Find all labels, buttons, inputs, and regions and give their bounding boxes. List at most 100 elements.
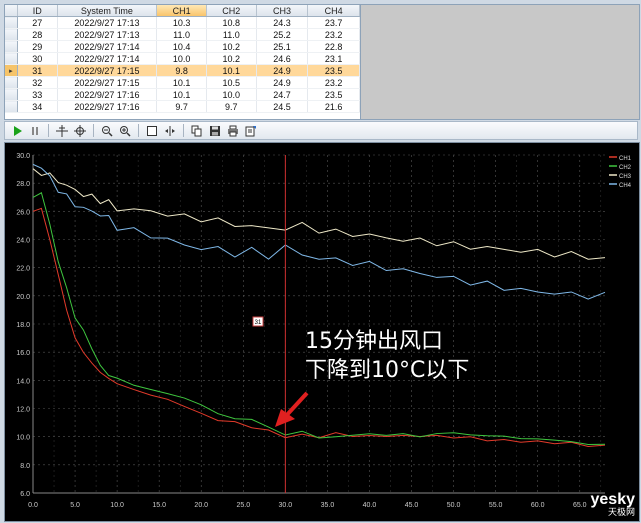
cell-system-time: 2022/9/27 17:13 (57, 28, 158, 41)
cell-ch1: 10.3 (156, 16, 207, 29)
cell-ch2: 10.8 (206, 16, 257, 29)
legend-label-ch2: CH2 (619, 165, 632, 171)
table-row[interactable]: 27 2022/9/27 17:13 10.3 10.8 24.3 23.7 (5, 16, 360, 29)
data-table: ID System Time CH1 CH2 CH3 CH4 27 2022/9/… (5, 5, 360, 113)
legend-label-ch3: CH3 (619, 174, 632, 180)
column-header-ch3[interactable]: CH3 (256, 5, 309, 17)
y-tick-label: 10.0 (16, 435, 30, 442)
row-header (5, 76, 18, 89)
data-table-panel: ID System Time CH1 CH2 CH3 CH4 27 2022/9/… (4, 4, 361, 120)
table-row[interactable]: 32 2022/9/27 17:15 10.1 10.5 24.9 23.2 (5, 76, 360, 89)
series-line-ch3 (32, 168, 606, 260)
row-header: ▸ (5, 64, 18, 77)
cell-ch1: 11.0 (156, 28, 207, 41)
x-tick-label: 60.0 (531, 502, 545, 509)
annotation-line-2: 下降到10°C以下 (305, 358, 469, 383)
zoom-in-icon[interactable] (117, 123, 133, 139)
x-tick-label: 45.0 (405, 502, 419, 509)
y-tick-label: 14.0 (16, 378, 30, 385)
legend-label-ch1: CH1 (619, 156, 632, 162)
y-tick-label: 28.0 (16, 181, 30, 188)
x-tick-label: 25.0 (236, 502, 250, 509)
toolbar-separator (138, 124, 139, 137)
target-icon[interactable] (72, 123, 88, 139)
fit-icon[interactable] (162, 123, 178, 139)
cell-ch4: 22.8 (307, 40, 360, 53)
y-tick-label: 20.0 (16, 294, 30, 301)
x-tick-label: 55.0 (489, 502, 503, 509)
row-header-corner (5, 5, 18, 17)
toolbar-separator (93, 124, 94, 137)
table-row[interactable]: 30 2022/9/27 17:14 10.0 10.2 24.6 23.1 (5, 52, 360, 65)
table-row[interactable]: ▸ 31 2022/9/27 17:15 9.8 10.1 24.9 23.5 (5, 64, 360, 77)
cell-ch1: 10.4 (156, 40, 207, 53)
row-header (5, 100, 18, 113)
save-icon[interactable] (207, 123, 223, 139)
table-row[interactable]: 34 2022/9/27 17:16 9.7 9.7 24.5 21.6 (5, 100, 360, 113)
column-header-system-time[interactable]: System Time (57, 5, 158, 17)
cell-ch4: 23.1 (307, 52, 360, 65)
cell-ch2: 9.7 (206, 100, 257, 113)
column-header-ch2[interactable]: CH2 (206, 5, 257, 17)
cell-id: 32 (17, 76, 58, 89)
cell-ch2: 10.2 (206, 52, 257, 65)
column-header-ch1[interactable]: CH1 (156, 5, 207, 17)
cell-ch4: 23.7 (307, 16, 360, 29)
cell-ch4: 23.2 (307, 28, 360, 41)
cell-ch4: 21.6 (307, 100, 360, 113)
zoom-out-icon[interactable] (99, 123, 115, 139)
x-tick-label: 30.0 (279, 502, 293, 509)
cell-id: 29 (17, 40, 58, 53)
cell-ch2: 10.5 (206, 76, 257, 89)
cell-ch4: 23.5 (307, 64, 360, 77)
print-icon[interactable] (225, 123, 241, 139)
line-chart[interactable]: 6.0 8.0 10.0 12.0 14.0 16.0 18.0 20.0 22.0 24.0 26… (5, 143, 639, 521)
annotation-arrow-shaft (283, 391, 309, 419)
cell-ch3: 24.3 (256, 16, 309, 29)
x-tick-label: 35.0 (321, 502, 335, 509)
cell-system-time: 2022/9/27 17:15 (57, 76, 158, 89)
y-tick-label: 30.0 (16, 153, 30, 160)
cell-ch3: 24.5 (256, 100, 309, 113)
cell-ch2: 10.2 (206, 40, 257, 53)
select-box-icon[interactable] (144, 123, 160, 139)
cell-ch1: 10.0 (156, 52, 207, 65)
app-window: ID System Time CH1 CH2 CH3 CH4 27 2022/9/… (0, 0, 641, 523)
pause-icon[interactable] (27, 123, 43, 139)
export-icon[interactable] (243, 123, 259, 139)
play-icon[interactable] (9, 123, 25, 139)
x-tick-label: 40.0 (363, 502, 377, 509)
column-header-id[interactable]: ID (17, 5, 58, 17)
watermark: yesky 天极网 (591, 492, 636, 519)
table-row[interactable]: 29 2022/9/27 17:14 10.4 10.2 25.1 22.8 (5, 40, 360, 53)
x-tick-label: 10.0 (110, 502, 124, 509)
cell-ch2: 10.1 (206, 64, 257, 77)
x-tick-label: 20.0 (194, 502, 208, 509)
x-tick-label: 65.0 (573, 502, 587, 509)
cell-ch1: 9.7 (156, 100, 207, 113)
y-tick-label: 18.0 (16, 322, 30, 329)
column-header-ch4[interactable]: CH4 (307, 5, 360, 17)
chart-toolbar (4, 121, 638, 140)
table-row[interactable]: 28 2022/9/27 17:13 11.0 11.0 25.2 23.2 (5, 28, 360, 41)
cell-system-time: 2022/9/27 17:14 (57, 40, 158, 53)
x-tick-label: 0.0 (28, 502, 38, 509)
cell-ch4: 23.5 (307, 88, 360, 101)
chart-panel[interactable]: 6.0 8.0 10.0 12.0 14.0 16.0 18.0 20.0 22.0 24.0 26… (4, 142, 640, 522)
cell-id: 27 (17, 16, 58, 29)
row-header (5, 52, 18, 65)
copy-icon[interactable] (189, 123, 205, 139)
y-tick-label: 26.0 (16, 209, 30, 216)
cursor-label: 31 (255, 320, 262, 326)
table-row[interactable]: 33 2022/9/27 17:16 10.1 10.0 24.7 23.5 (5, 88, 360, 101)
cell-id: 31 (17, 64, 58, 77)
cell-system-time: 2022/9/27 17:16 (57, 100, 158, 113)
row-header (5, 28, 18, 41)
cell-ch3: 24.7 (256, 88, 309, 101)
cell-system-time: 2022/9/27 17:15 (57, 64, 158, 77)
crosshair-icon[interactable] (54, 123, 70, 139)
row-header (5, 40, 18, 53)
cell-id: 28 (17, 28, 58, 41)
empty-panel-area (360, 4, 640, 120)
cell-system-time: 2022/9/27 17:13 (57, 16, 158, 29)
